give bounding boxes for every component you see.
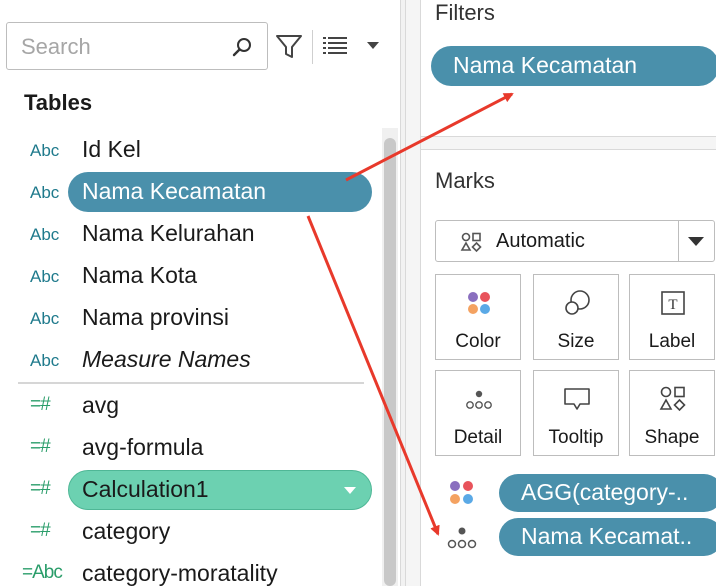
field-label: Id Kel [82, 136, 141, 162]
field-item-highlighted[interactable]: =# Calculation1 [0, 470, 380, 510]
card-divider [421, 136, 716, 150]
automatic-mark-icon [460, 232, 482, 253]
calculated-measure-icon: =# [30, 520, 51, 541]
string-type-icon: Abc [30, 351, 60, 370]
shape-button[interactable]: Shape [629, 370, 715, 456]
dropdown-separator [678, 221, 679, 261]
search-input[interactable] [21, 33, 231, 61]
color-encoding-pill[interactable]: AGG(category-.. [499, 474, 716, 512]
list-view-icon[interactable] [322, 34, 348, 56]
mark-type-dropdown[interactable]: Automatic [435, 220, 715, 262]
tooltip-button[interactable]: Tooltip [533, 370, 619, 456]
string-type-icon: Abc [30, 141, 60, 160]
field-item[interactable]: Abc Id Kel [0, 130, 380, 170]
field-item[interactable]: Abc Nama provinsi [0, 298, 380, 338]
mark-type-value: Automatic [496, 230, 585, 252]
field-label: avg [82, 392, 120, 418]
detail-label: Detail [453, 427, 503, 448]
shape-label: Shape [644, 427, 700, 448]
chevron-down-icon[interactable] [688, 237, 704, 246]
label-label: Label [648, 331, 696, 352]
label-button[interactable]: T Label [629, 274, 715, 360]
color-label: Color [455, 331, 501, 352]
calculated-measure-icon: =# [30, 394, 51, 415]
detail-encoding-pill[interactable]: Nama Kecamat.. [499, 518, 716, 556]
detail-icon [466, 390, 492, 409]
field-label: category-moratality [82, 560, 278, 586]
calculated-string-icon: =Abc [22, 562, 63, 583]
svg-text:T: T [668, 297, 677, 313]
pill-dropdown-icon[interactable] [344, 487, 356, 494]
tooltip-label: Tooltip [548, 427, 604, 448]
encoding-row-detail[interactable]: Nama Kecamat.. [447, 518, 716, 556]
field-item[interactable]: Abc Nama Kota [0, 256, 380, 296]
color-icon [450, 481, 473, 504]
field-item[interactable]: =# avg [0, 386, 380, 426]
filter-icon[interactable] [274, 32, 304, 60]
tooltip-icon [564, 388, 590, 410]
cards-panel: Filters Nama Kecamatan Marks Automatic C… [420, 0, 716, 586]
label-icon: T [661, 291, 685, 315]
color-icon [468, 292, 490, 314]
chevron-down-icon[interactable] [364, 38, 382, 52]
dimension-measure-divider [18, 382, 364, 384]
marks-title: Marks [435, 168, 495, 193]
calculated-measure-icon: =# [30, 478, 51, 499]
field-label: Nama Kota [82, 262, 198, 288]
size-label: Size [557, 331, 595, 352]
filter-pill[interactable]: Nama Kecamatan [431, 46, 716, 86]
string-type-icon: Abc [30, 267, 60, 286]
shelves-pane: Filters Nama Kecamatan Marks Automatic C… [406, 0, 716, 586]
tables-heading: Tables [24, 90, 93, 115]
field-item[interactable]: =# avg-formula [0, 428, 380, 468]
detail-icon [447, 527, 477, 549]
filters-title: Filters [435, 0, 495, 25]
search-icon[interactable] [231, 36, 253, 58]
toolbar-separator [312, 30, 313, 64]
field-item-selected[interactable]: Abc Nama Kecamatan [0, 172, 380, 212]
string-type-icon: Abc [30, 225, 60, 244]
field-label: Nama Kelurahan [82, 220, 255, 246]
shape-icon [659, 386, 686, 412]
field-item[interactable]: =# category [0, 512, 380, 552]
field-label: Measure Names [82, 346, 251, 372]
size-button[interactable]: Size [533, 274, 619, 360]
scrollbar-thumb[interactable] [384, 138, 396, 586]
search-box[interactable] [6, 22, 268, 70]
data-pane: Tables Abc Id Kel Abc Nama Kecamatan Abc… [0, 0, 400, 586]
field-label: Calculation1 [82, 476, 209, 502]
field-item[interactable]: =Abc category-moratality [0, 554, 380, 586]
calculated-measure-icon: =# [30, 436, 51, 457]
string-type-icon: Abc [30, 183, 60, 202]
color-button[interactable]: Color [435, 274, 521, 360]
field-label: Nama Kecamatan [82, 178, 267, 204]
field-item[interactable]: Abc Measure Names [0, 340, 380, 380]
size-icon [565, 290, 590, 315]
encoding-row-color[interactable]: AGG(category-.. [447, 474, 716, 512]
field-label: avg-formula [82, 434, 204, 460]
field-item[interactable]: Abc Nama Kelurahan [0, 214, 380, 254]
detail-button[interactable]: Detail [435, 370, 521, 456]
field-label: category [82, 518, 171, 544]
string-type-icon: Abc [30, 309, 60, 328]
field-label: Nama provinsi [82, 304, 229, 330]
scrollbar[interactable] [382, 128, 398, 586]
